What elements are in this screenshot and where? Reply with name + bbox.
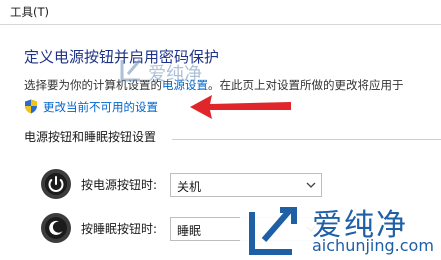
power-button-icon <box>41 169 71 199</box>
sleep-button-selected-value: 睡眠 <box>177 224 202 238</box>
uac-shield-icon <box>25 99 37 114</box>
watermark-logo-icon <box>120 59 142 82</box>
annotation-arrow-icon <box>190 95 291 119</box>
sleep-button-icon <box>41 213 71 243</box>
sleep-button-label: 按睡眠按钮时: <box>81 222 158 236</box>
description-text-end: 。在此页上对设置所做的更改将应用于 <box>208 78 404 92</box>
section-title: 电源按钮和睡眠按钮设置 <box>24 130 157 144</box>
page-description: 选择要为你的计算机设置的电源设置。在此页上对设置所做的更改将应用于 <box>24 77 404 93</box>
menu-bar: 工具(T) <box>0 0 441 25</box>
change-link-label: 更改当前不可用的设置 <box>43 100 158 114</box>
chevron-down-icon <box>306 182 316 188</box>
power-button-action-select[interactable]: 关机 <box>170 173 322 197</box>
watermark-small-text: 爱纯净 <box>148 64 202 85</box>
watermark-logo-icon <box>249 207 297 255</box>
power-button-selected-value: 关机 <box>177 180 202 194</box>
watermark-large: 爱纯净 aichunjing.com <box>240 198 441 260</box>
power-button-label: 按电源按钮时: <box>81 178 158 192</box>
watermark-url: aichunjing.com <box>312 236 434 255</box>
section-divider <box>172 139 441 140</box>
watermark-small: 爱纯净 <box>118 54 208 90</box>
menu-tools[interactable]: 工具(T) <box>10 4 49 20</box>
